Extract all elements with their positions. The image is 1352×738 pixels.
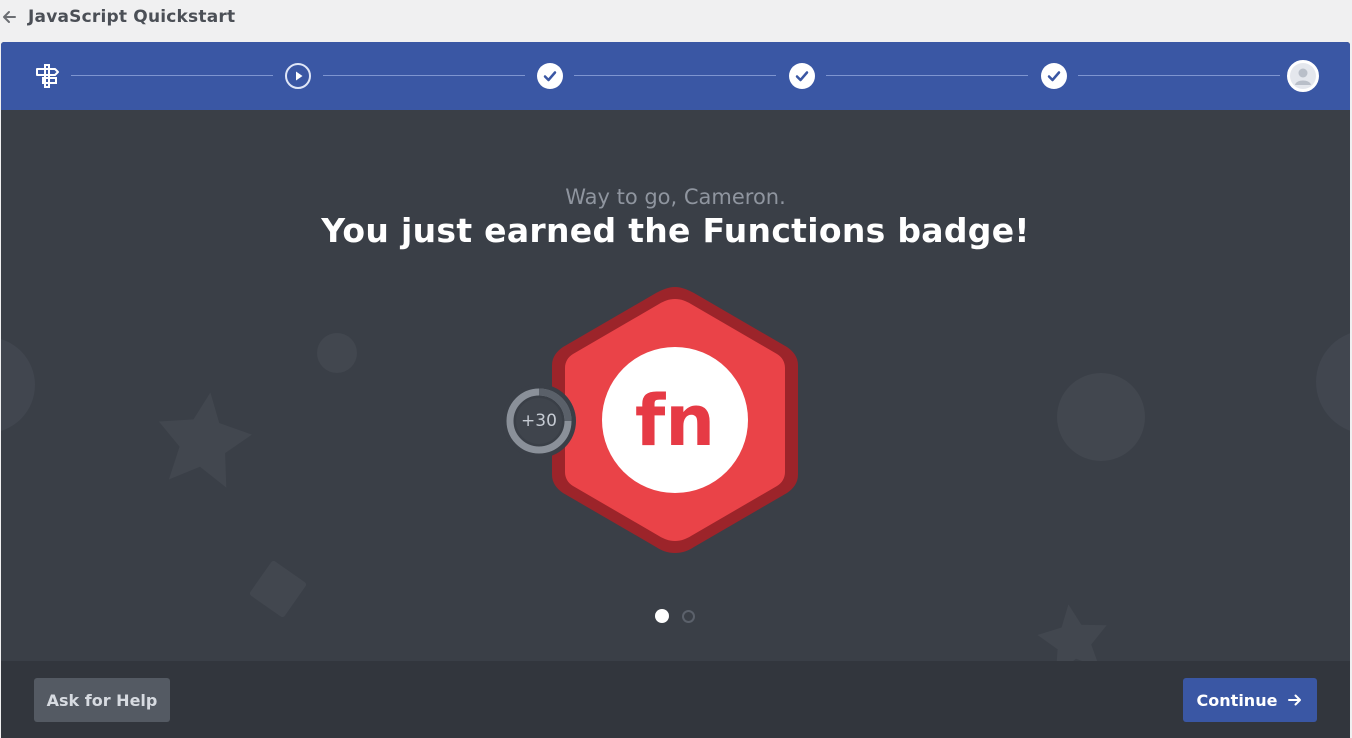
check-icon[interactable] [1041,63,1067,89]
signpost-icon[interactable] [33,62,61,90]
continue-label: Continue [1196,690,1278,710]
arrow-left-icon[interactable] [0,7,18,27]
top-bar: JavaScript Quickstart [0,0,1352,42]
progress-connector [1078,75,1280,76]
progress-connector [71,75,273,76]
celebration-stage: Way to go, Cameron. You just earned the … [1,110,1350,661]
app-title: JavaScript Quickstart [28,7,236,27]
user-avatar-icon[interactable] [1287,60,1319,92]
progress-connector [826,75,1028,76]
quickstart-panel: Way to go, Cameron. You just earned the … [1,42,1350,738]
ask-for-help-button[interactable]: Ask for Help [34,678,170,722]
check-icon[interactable] [537,63,563,89]
play-icon[interactable] [285,63,311,89]
check-icon[interactable] [789,63,815,89]
progress-bar [1,42,1350,110]
continue-button[interactable]: Continue [1183,678,1317,722]
pager-dot[interactable] [682,610,695,623]
progress-connector [574,75,776,76]
progress-connector [323,75,525,76]
arrow-right-icon [1287,692,1303,708]
badge-label: fn [634,380,716,462]
points-earned: +30 [521,411,557,431]
pager-dot-active[interactable] [655,609,669,623]
footer-bar: Ask for Help Continue [1,661,1350,738]
